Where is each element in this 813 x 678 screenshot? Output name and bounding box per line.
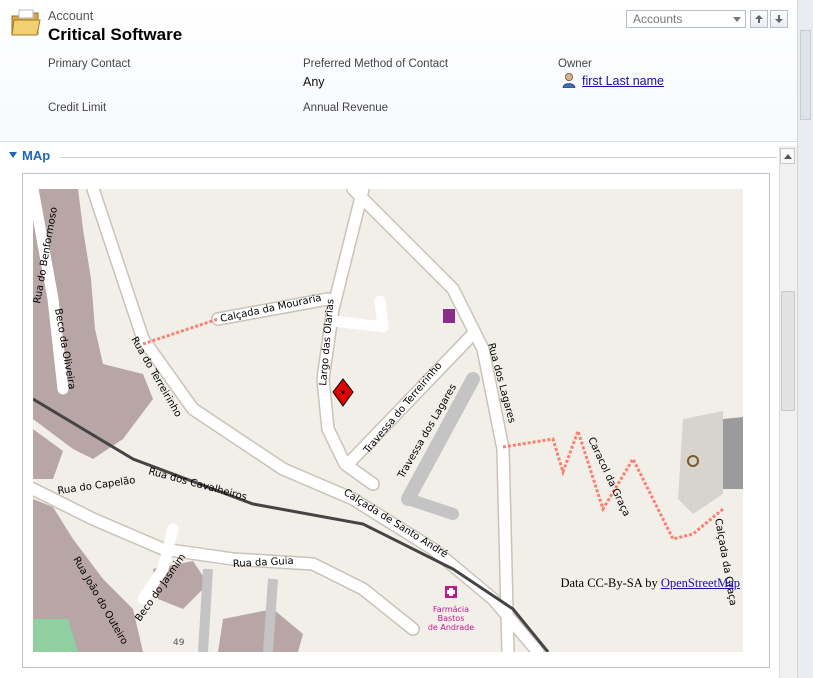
section-scrollbar[interactable] (779, 146, 797, 678)
preferred-contact-value: Any (303, 75, 325, 89)
map-section-header: MAp (0, 145, 779, 167)
record-title: Critical Software (48, 25, 183, 44)
user-icon (562, 73, 576, 88)
owner-label: Owner (558, 58, 592, 70)
chevron-down-icon (733, 17, 741, 22)
page-scrollbar[interactable] (797, 0, 813, 678)
previous-record-button[interactable] (750, 10, 768, 28)
map-view[interactable]: Rua do Benformoso Beco da Oliveira Calça… (33, 189, 743, 652)
house-number: 49 (173, 638, 185, 648)
header-divider (0, 141, 797, 142)
arrow-up-icon (755, 15, 763, 23)
arrow-down-icon (775, 15, 783, 23)
scroll-up-button[interactable] (780, 148, 795, 164)
credit-limit-label: Credit Limit (48, 102, 107, 114)
page-scroll-thumb[interactable] (800, 30, 811, 120)
primary-contact-label: Primary Contact (48, 58, 131, 70)
poi-label: Farmácia (433, 605, 469, 614)
owner-link[interactable]: first Last name (582, 74, 664, 88)
collapse-triangle-icon[interactable] (8, 150, 18, 160)
folder-icon (11, 9, 41, 36)
openstreetmap-link[interactable]: OpenStreetMap (661, 576, 740, 590)
attribution-text: Data CC-By-SA by (560, 576, 661, 590)
poi-label: de Andrade (428, 623, 474, 632)
entity-select[interactable]: Accounts (626, 10, 746, 28)
section-title[interactable]: MAp (22, 148, 50, 163)
record-header: Account Critical Software Accounts Prima… (0, 0, 797, 140)
entity-select-value: Accounts (633, 12, 683, 26)
map-attribution: Data CC-By-SA by OpenStreetMap (560, 576, 740, 591)
entity-type-label: Account (48, 9, 94, 23)
map-frame: Rua do Benformoso Beco da Oliveira Calça… (22, 173, 770, 668)
preferred-contact-label: Preferred Method of Contact (303, 58, 449, 70)
section-rule (60, 157, 777, 158)
poi-label: Bastos (438, 614, 465, 623)
next-record-button[interactable] (770, 10, 788, 28)
annual-revenue-label: Annual Revenue (303, 102, 389, 114)
scroll-thumb[interactable] (781, 291, 795, 411)
